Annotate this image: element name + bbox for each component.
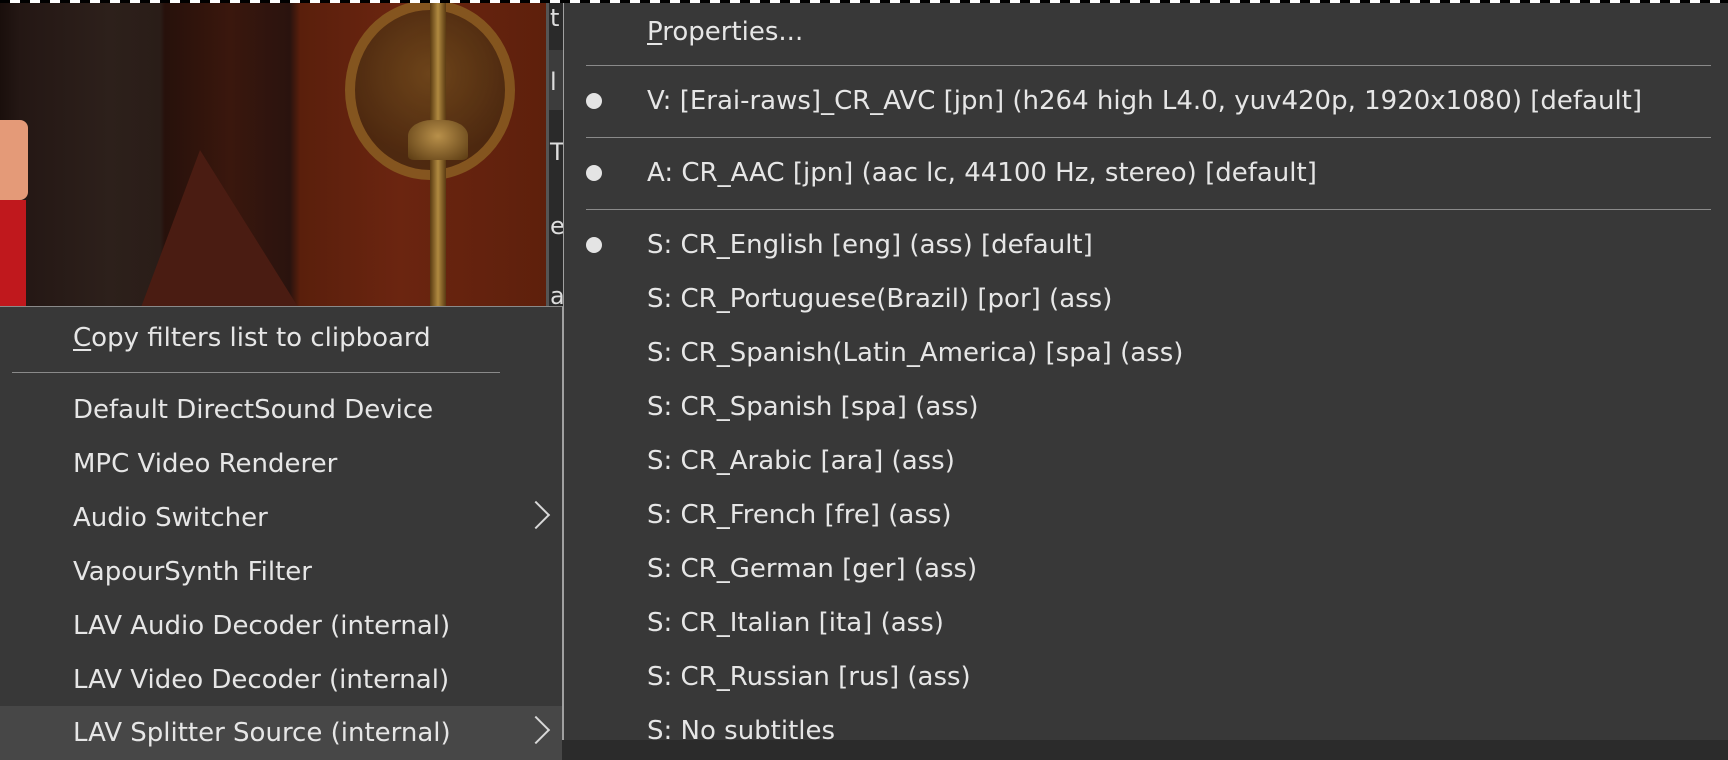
filter-item-lav-audio-decoder[interactable]: LAV Audio Decoder (internal) — [0, 599, 562, 653]
radio-bullet-icon — [586, 165, 602, 181]
copy-filters-list-item[interactable]: Copy filters list to clipboard — [0, 311, 562, 365]
subtitle-stream-item[interactable]: S: CR_Arabic [ara] (ass) — [564, 434, 1728, 488]
video-frame — [0, 0, 546, 306]
menu-separator — [586, 209, 1711, 210]
background-glyph: l — [550, 68, 557, 96]
chevron-right-icon — [521, 500, 551, 530]
menu-item-label: V: [Erai-raws]_CR_AVC [jpn] (h264 high L… — [647, 86, 1643, 116]
menu-item-label: S: No subtitles — [647, 716, 836, 746]
menu-item-label: S: CR_German [ger] (ass) — [647, 554, 978, 584]
menu-item-label: MPC Video Renderer — [73, 449, 338, 479]
background-glyph: T — [550, 140, 563, 164]
menu-separator — [586, 65, 1711, 66]
background-glyph: a — [550, 284, 563, 306]
radio-bullet-icon — [586, 93, 602, 109]
menu-item-label: S: CR_Portuguese(Brazil) [por] (ass) — [647, 284, 1113, 314]
menu-item-label: S: CR_Russian [rus] (ass) — [647, 662, 971, 692]
filter-item-vapoursynth[interactable]: VapourSynth Filter — [0, 545, 562, 599]
filter-item-default-directsound[interactable]: Default DirectSound Device — [0, 383, 562, 437]
video-badge-shape — [0, 120, 28, 200]
menu-item-label: VapourSynth Filter — [73, 557, 312, 587]
menu-item-label: S: CR_French [fre] (ass) — [647, 500, 952, 530]
menu-item-label: S: CR_English [eng] (ass) [default] — [647, 230, 1093, 260]
menu-item-label: S: CR_Spanish [spa] (ass) — [647, 392, 979, 422]
menu-item-label: Copy filters list to clipboard — [73, 323, 431, 353]
menu-separator — [586, 137, 1711, 138]
menu-item-label: LAV Splitter Source (internal) — [73, 718, 451, 748]
menu-item-label: Properties... — [647, 17, 804, 47]
subtitle-stream-item[interactable]: S: CR_German [ger] (ass) — [564, 542, 1728, 596]
filter-item-audio-switcher[interactable]: Audio Switcher — [0, 491, 562, 545]
subtitle-stream-item-no-subtitles[interactable]: S: No subtitles — [564, 704, 1728, 758]
subtitle-stream-item[interactable]: S: CR_Italian [ita] (ass) — [564, 596, 1728, 650]
subtitle-stream-item[interactable]: S: CR_Spanish(Latin_America) [spa] (ass) — [564, 326, 1728, 380]
subtitle-stream-item[interactable]: S: CR_Russian [rus] (ass) — [564, 650, 1728, 704]
filters-menu: Copy filters list to clipboard Default D… — [0, 306, 563, 760]
menu-item-label: S: CR_Arabic [ara] (ass) — [647, 446, 955, 476]
video-brass-bell — [408, 120, 468, 160]
filter-item-lav-video-decoder[interactable]: LAV Video Decoder (internal) — [0, 653, 562, 707]
menu-item-label: LAV Video Decoder (internal) — [73, 665, 450, 695]
subtitle-stream-item[interactable]: S: CR_French [fre] (ass) — [564, 488, 1728, 542]
subtitle-stream-item[interactable]: S: CR_English [eng] (ass) [default] — [564, 218, 1728, 272]
audio-stream-item[interactable]: A: CR_AAC [jpn] (aac lc, 44100 Hz, stere… — [564, 146, 1728, 200]
menu-item-label: A: CR_AAC [jpn] (aac lc, 44100 Hz, stere… — [647, 158, 1317, 188]
background-window-strip: t l T e a — [546, 0, 563, 306]
menu-item-label: S: CR_Spanish(Latin_America) [spa] (ass) — [647, 338, 1184, 368]
menu-item-label: LAV Audio Decoder (internal) — [73, 611, 451, 641]
filter-item-lav-splitter-source[interactable]: LAV Splitter Source (internal) — [0, 706, 562, 760]
subtitle-stream-item[interactable]: S: CR_Portuguese(Brazil) [por] (ass) — [564, 272, 1728, 326]
menu-item-label: Default DirectSound Device — [73, 395, 434, 425]
menu-item-label: S: CR_Italian [ita] (ass) — [647, 608, 944, 638]
video-hair-shape — [140, 150, 300, 306]
subtitle-stream-item[interactable]: S: CR_Spanish [spa] (ass) — [564, 380, 1728, 434]
selection-dashed-border — [0, 0, 1728, 3]
background-glyph: e — [550, 214, 563, 238]
menu-item-label: Audio Switcher — [73, 503, 268, 533]
lav-splitter-submenu: Properties... V: [Erai-raws]_CR_AVC [jpn… — [563, 0, 1728, 746]
video-stream-item[interactable]: V: [Erai-raws]_CR_AVC [jpn] (h264 high L… — [564, 74, 1728, 128]
filter-item-mpc-video-renderer[interactable]: MPC Video Renderer — [0, 437, 562, 491]
properties-item[interactable]: Properties... — [564, 5, 1728, 59]
background-glyph: t — [550, 4, 560, 32]
menu-separator — [12, 372, 500, 373]
video-red-shape — [0, 200, 26, 306]
radio-bullet-icon — [586, 237, 602, 253]
